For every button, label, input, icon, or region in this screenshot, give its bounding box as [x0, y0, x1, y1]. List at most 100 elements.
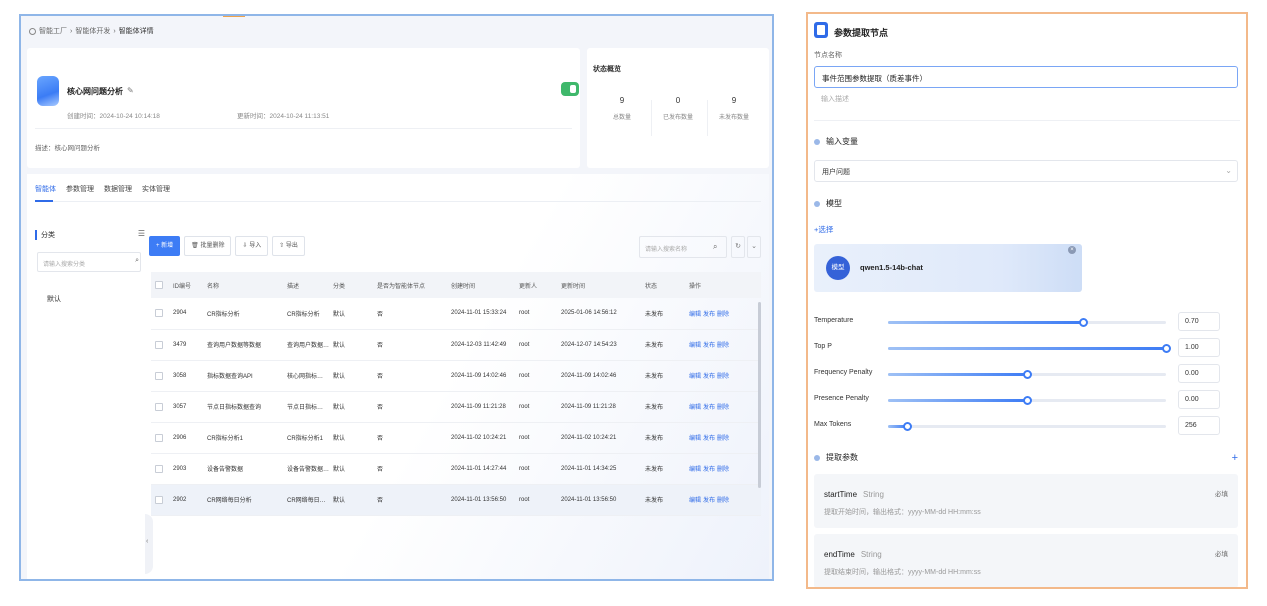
delete-link[interactable]: 删除	[717, 312, 729, 318]
refresh-icon[interactable]: ↻	[731, 236, 745, 258]
field-type: String	[863, 490, 884, 499]
edit-link[interactable]: 编辑	[689, 467, 701, 473]
row-checkbox[interactable]	[155, 495, 163, 504]
row-checkbox[interactable]	[155, 309, 163, 318]
search-icon[interactable]: ⌕	[135, 257, 139, 265]
slider-handle[interactable]	[1162, 344, 1171, 353]
cell-cat: 默认	[329, 422, 374, 454]
stat-value: 9	[731, 96, 737, 105]
table-scrollbar[interactable]	[758, 302, 761, 488]
cell-actions: 编辑 发布 删除	[685, 391, 761, 423]
cell-status: 未发布	[641, 453, 686, 485]
collapse-handle[interactable]: ‹	[145, 514, 153, 574]
filter-icon[interactable]: ⌄	[747, 236, 761, 258]
param-slider[interactable]	[888, 344, 1171, 353]
slider-handle[interactable]	[1078, 318, 1088, 327]
menu-icon[interactable]: ☰	[138, 229, 145, 238]
tab-entity[interactable]: 实体管理	[142, 184, 170, 194]
delete-link[interactable]: 删除	[717, 436, 729, 442]
param-slider[interactable]	[888, 318, 1166, 327]
plus-icon[interactable]: +	[1232, 452, 1238, 464]
cell-name: CR指标分析	[203, 298, 283, 330]
search-icon[interactable]: ⌕	[713, 242, 717, 252]
new-button[interactable]: + 新增	[149, 236, 181, 256]
row-checkbox[interactable]	[155, 371, 163, 380]
param-value-input[interactable]: 0.00	[1178, 390, 1220, 409]
param-slider[interactable]	[888, 396, 1166, 405]
import-label: 导入	[249, 243, 262, 249]
row-checkbox[interactable]	[155, 402, 163, 411]
slider-fill	[888, 321, 1083, 324]
row-checkbox[interactable]	[155, 340, 163, 349]
param-value-input[interactable]: 0.70	[1178, 312, 1220, 331]
export-button[interactable]: ⇧ 导出	[272, 236, 305, 256]
section-icon	[814, 454, 820, 461]
table-header: 状态	[641, 272, 686, 298]
select-model-button[interactable]: +选择	[814, 224, 833, 235]
param-value-input[interactable]: 0.00	[1178, 364, 1220, 383]
select-all-checkbox[interactable]	[155, 281, 163, 289]
input-variable-section-title: 输入变量	[814, 136, 858, 147]
edit-link[interactable]: 编辑	[689, 498, 701, 504]
close-icon[interactable]: ×	[1068, 246, 1076, 254]
param-value-input[interactable]: 1.00	[1178, 338, 1220, 357]
delete-link[interactable]: 删除	[717, 498, 729, 504]
edit-link[interactable]: 编辑	[689, 312, 701, 318]
delete-link[interactable]: 删除	[717, 467, 729, 473]
table-row[interactable]: 3058 指标数据查询API 核心网指标… 默认否 2024-11-09 14:02:4…	[151, 360, 761, 392]
publish-link[interactable]: 发布	[703, 498, 715, 504]
slider-handle[interactable]	[1023, 370, 1032, 379]
row-checkbox[interactable]	[155, 464, 163, 473]
publish-link[interactable]: 发布	[703, 374, 715, 380]
home-icon	[29, 27, 36, 35]
enable-toggle[interactable]	[561, 82, 579, 96]
extract-field-card[interactable]: endTime String 提取结束时间，输出格式：yyyy-MM-dd HH:m…	[814, 534, 1238, 587]
row-checkbox[interactable]	[155, 433, 163, 442]
delete-link[interactable]: 删除	[717, 405, 729, 411]
cell-user: root	[515, 484, 558, 516]
category-search-input[interactable]: 请输入搜索分类	[37, 252, 141, 272]
breadcrumb-item[interactable]: 智能体开发	[75, 26, 110, 36]
app-description: 描述：核心网问题分析	[35, 145, 100, 152]
publish-link[interactable]: 发布	[703, 436, 715, 442]
publish-link[interactable]: 发布	[703, 405, 715, 411]
import-button[interactable]: ⇩ 导入	[235, 236, 269, 256]
slider-handle[interactable]	[1023, 396, 1032, 405]
cell-user: root	[515, 329, 558, 361]
delete-link[interactable]: 删除	[717, 343, 729, 349]
category-item-default[interactable]: 默认	[47, 294, 61, 304]
edit-icon[interactable]: ✎	[127, 86, 134, 95]
tab-agent[interactable]: 智能体	[35, 184, 56, 194]
tab-params[interactable]: 参数管理	[66, 184, 94, 194]
edit-link[interactable]: 编辑	[689, 343, 701, 349]
input-variable-select[interactable]: 用户问题	[814, 160, 1238, 182]
node-name-input[interactable]: 事件范围参数提取（质差事件）	[814, 66, 1238, 88]
table-row[interactable]: 2903 设备告警数据 设备告警数据… 默认否 2024-11-01 14:27:44 r…	[151, 453, 761, 485]
edit-link[interactable]: 编辑	[689, 436, 701, 442]
extract-field-card[interactable]: startTime String 提取开始时间，输出格式：yyyy-MM-dd HH…	[814, 474, 1238, 528]
breadcrumb-current: 智能体详情	[118, 28, 154, 35]
edit-link[interactable]: 编辑	[689, 374, 701, 380]
publish-link[interactable]: 发布	[703, 467, 715, 473]
table-row[interactable]: 2906 CR指标分析1 CR指标分析1 默认否 2024-11-02 10:24:21…	[151, 422, 761, 454]
node-description-input[interactable]: 输入描述	[814, 94, 849, 104]
table-row[interactable]: 2902 CR网络每日分析 CR网络每日… 默认否 2024-11-01 13:56:5…	[151, 484, 761, 516]
publish-link[interactable]: 发布	[703, 343, 715, 349]
batch-delete-button[interactable]: 🗑 批量删除	[184, 236, 232, 256]
section-icon	[814, 200, 820, 207]
slider-handle[interactable]	[903, 422, 913, 431]
param-slider[interactable]	[888, 370, 1166, 379]
app-info-card: 核心网问题分析 ✎ 创建时间：2024-10-24 10:14:18 更新时间：…	[27, 48, 580, 168]
table-row[interactable]: 3057 节点日指标数据查询 节点日指标… 默认否 2024-11-09 11:21:2…	[151, 391, 761, 423]
delete-link[interactable]: 删除	[717, 374, 729, 380]
param-value-input[interactable]: 256	[1178, 416, 1220, 435]
table-row[interactable]: 3479 查询用户数据等数据 查询用户数据… 默认否 2024-12-03 11:42:…	[151, 329, 761, 361]
tab-data[interactable]: 数据管理	[104, 184, 132, 194]
table-row[interactable]: 2904 CR指标分析 CR指标分析 默认否 2024-11-01 15:33:24 ro…	[151, 298, 761, 330]
param-slider[interactable]	[888, 422, 1166, 431]
model-card[interactable]: 模型 qwen1.5-14b-chat ×	[814, 244, 1082, 292]
chevron-down-icon[interactable]: ⌄	[1225, 166, 1232, 175]
breadcrumb-item[interactable]: 智能工厂	[39, 26, 67, 36]
edit-link[interactable]: 编辑	[689, 405, 701, 411]
publish-link[interactable]: 发布	[703, 312, 715, 318]
